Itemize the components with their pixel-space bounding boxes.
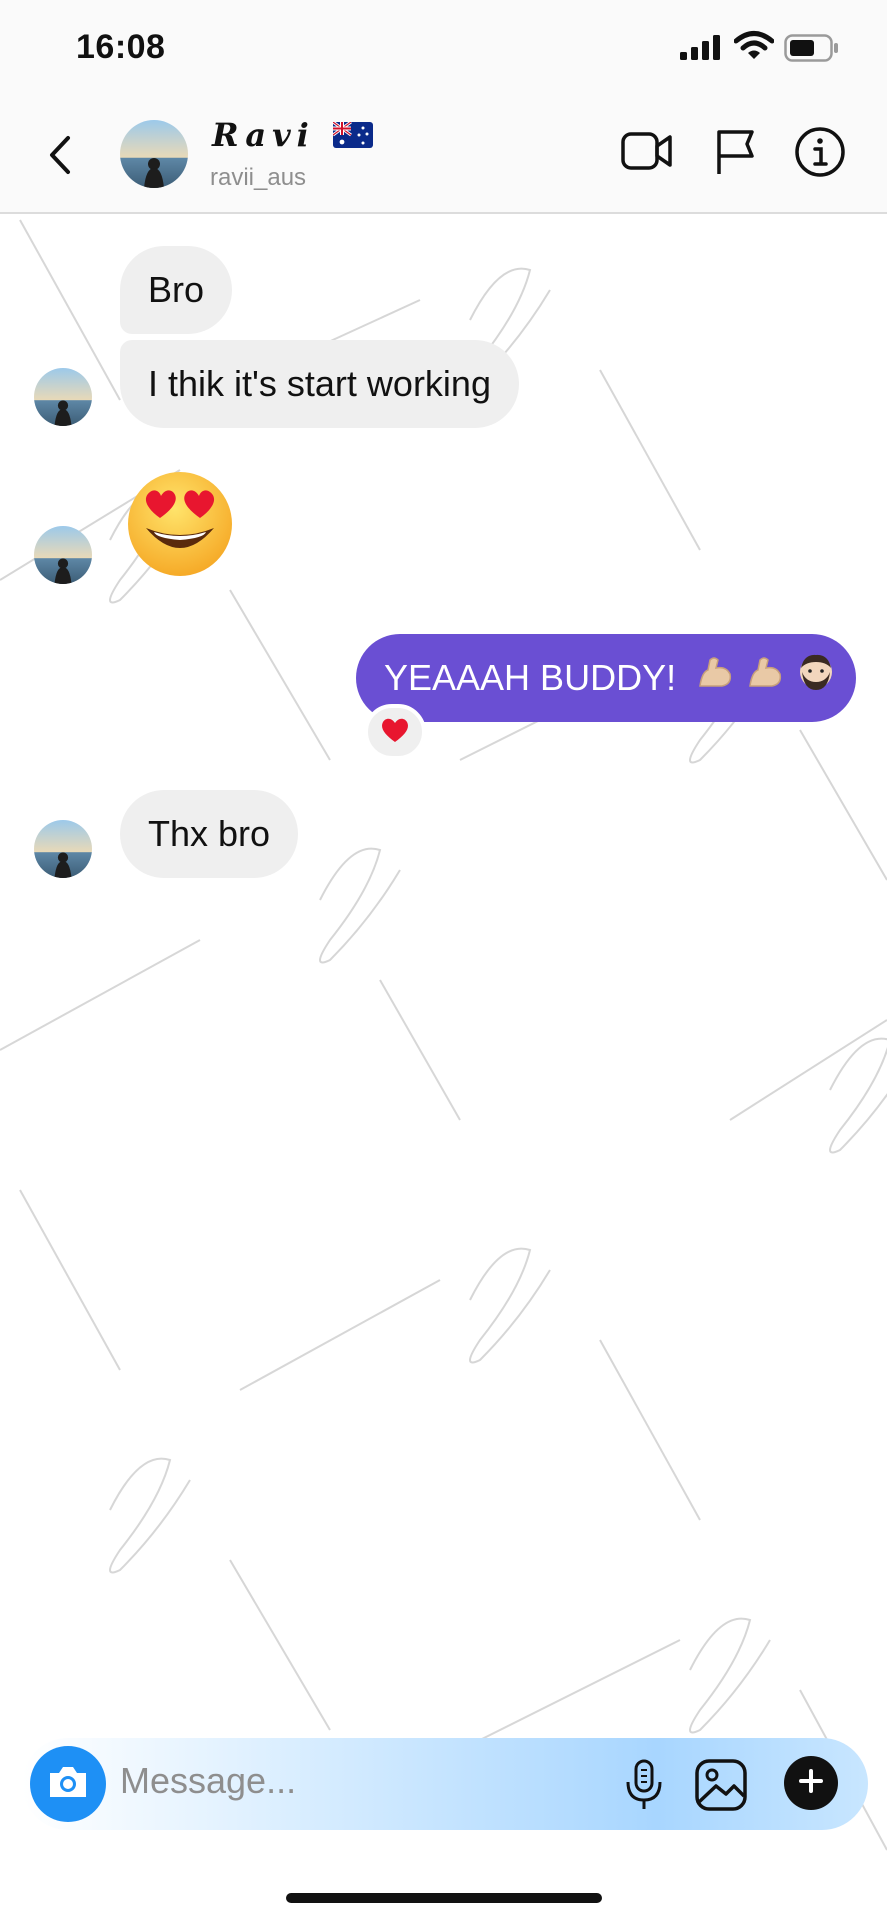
message-text: YEAAAH BUDDY! (384, 657, 677, 698)
avatar[interactable] (34, 820, 92, 878)
video-camera-icon[interactable] (620, 128, 674, 179)
add-button[interactable] (784, 1756, 838, 1810)
info-icon[interactable] (794, 126, 846, 183)
contact-name[interactable]: Ravi (212, 116, 315, 154)
message-thread: Bro I thik it's start working YEAAAH BUD… (0, 216, 887, 1716)
message-text: I thik it's start working (148, 363, 491, 404)
heart-eyes-emoji[interactable] (124, 468, 236, 585)
camera-icon (46, 1763, 90, 1806)
wifi-icon (733, 30, 775, 67)
message-reaction[interactable] (364, 704, 426, 760)
message-composer: Message... (22, 1738, 868, 1830)
status-time: 16:08 (76, 28, 166, 66)
avatar[interactable] (34, 368, 92, 426)
status-bar: 16:08 (0, 0, 887, 96)
australia-flag-icon (332, 120, 373, 153)
plus-icon (798, 1768, 824, 1799)
red-heart-emoji (380, 716, 410, 749)
bearded-man-emoji (796, 636, 836, 724)
contact-username[interactable]: ravii_aus (210, 164, 306, 192)
message-input[interactable]: Message... (120, 1760, 296, 1802)
avatar[interactable] (34, 526, 92, 584)
dm-screen: 16:08 Ravi ravii_aus Bro I thik it's sta… (0, 0, 887, 1920)
message-bubble-incoming[interactable]: Bro (120, 246, 233, 334)
flag-icon[interactable] (714, 126, 758, 183)
message-text: Bro (148, 269, 205, 310)
message-bubble-outgoing[interactable]: YEAAAH BUDDY! (356, 634, 857, 724)
message-text: Thx bro (148, 813, 271, 854)
chat-header: Ravi ravii_aus (0, 96, 887, 214)
cellular-signal-icon (680, 34, 724, 65)
avatar[interactable] (120, 120, 188, 188)
message-bubble-incoming[interactable]: I thik it's start working (120, 340, 519, 428)
message-bubble-incoming[interactable]: Thx bro (120, 790, 299, 878)
battery-icon (784, 34, 840, 67)
home-indicator[interactable] (286, 1893, 602, 1903)
chevron-left-icon[interactable] (40, 130, 80, 180)
flexed-biceps-emoji (746, 636, 786, 724)
camera-button[interactable] (30, 1746, 106, 1822)
image-gallery-icon[interactable] (694, 1758, 748, 1817)
microphone-icon[interactable] (622, 1758, 666, 1817)
flexed-biceps-emoji (696, 636, 736, 724)
